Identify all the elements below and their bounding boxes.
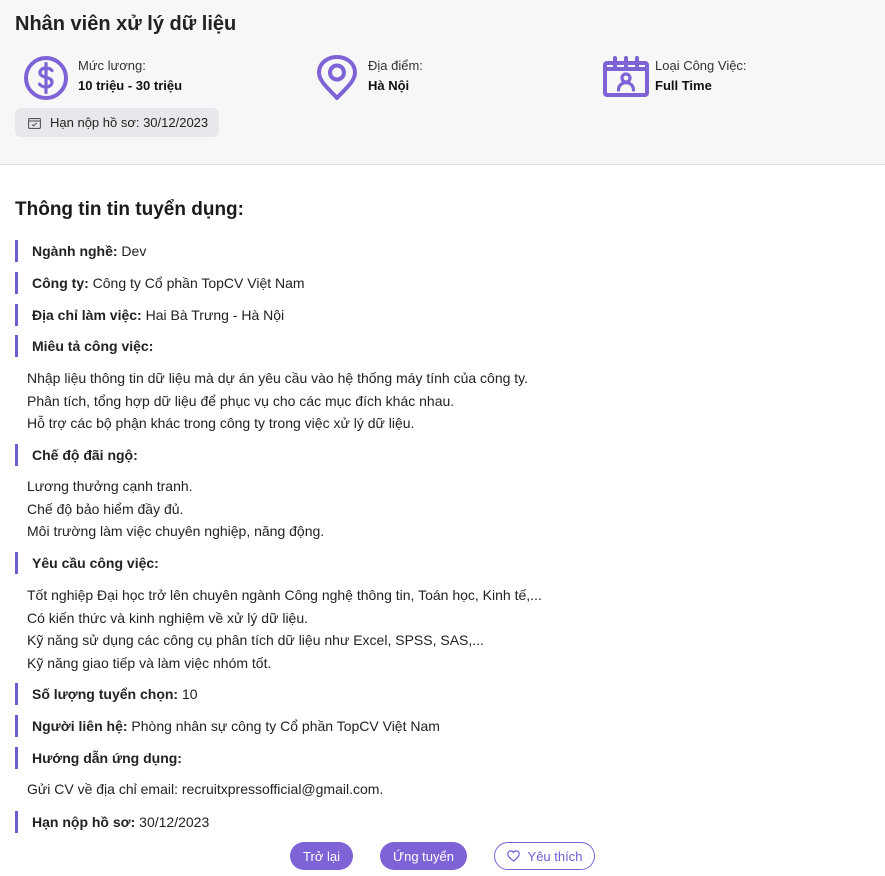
industry-key: Ngành nghề: — [32, 243, 118, 259]
details-heading: Thông tin tin tuyển dụng: — [15, 199, 244, 220]
requirements-line: Có kiến thức và kinh nghiệm về xử lý dữ … — [27, 609, 309, 626]
map-pin-icon — [317, 55, 357, 100]
company-row: Công ty: Công ty Cổ phần TopCV Việt Nam — [15, 272, 305, 294]
industry-row: Ngành nghề: Dev — [15, 240, 146, 262]
company-value: Công ty Cổ phần TopCV Việt Nam — [88, 275, 305, 291]
location-label: Địa điểm: — [368, 58, 423, 73]
deadline-row: Hạn nộp hồ sơ: 30/12/2023 — [15, 811, 209, 833]
contact-row: Người liên hệ: Phòng nhân sự công ty Cổ … — [15, 715, 440, 737]
requirements-line: Kỹ năng sử dụng các công cụ phân tích dữ… — [27, 632, 484, 648]
description-key: Miêu tả công việc: — [32, 338, 154, 354]
company-key: Công ty: — [32, 275, 89, 291]
contact-key: Người liên hệ: — [32, 718, 128, 734]
job-type-label: Loại Công Việc: — [655, 58, 747, 73]
guide-row: Hướng dẫn ứng dụng: — [15, 747, 182, 769]
job-type-value: Full Time — [655, 78, 712, 93]
description-line: Hỗ trợ các bộ phận khác trong công ty tr… — [27, 415, 415, 431]
benefits-text: Lương thưởng cạnh tranh. Chế độ bảo hiểm… — [27, 475, 324, 543]
description-line: Nhập liệu thông tin dữ liệu mà dự án yêu… — [27, 370, 529, 386]
deadline-key: Hạn nộp hồ sơ: — [32, 814, 136, 830]
benefits-row: Chế độ đãi ngộ: — [15, 444, 138, 466]
job-header: Nhân viên xử lý dữ liệu Mức lương: 10 tr… — [0, 0, 885, 165]
requirements-key: Yêu cầu công việc: — [32, 555, 159, 571]
guide-line: Gửi CV về địa chỉ email: recruitxpressof… — [27, 781, 384, 797]
guide-key: Hướng dẫn ứng dụng: — [32, 750, 182, 766]
salary-label: Mức lương: — [78, 58, 146, 73]
deadline-chip-text: Hạn nộp hồ sơ: 30/12/2023 — [50, 115, 209, 130]
address-row: Địa chỉ làm việc: Hai Bà Trưng - Hà Nội — [15, 304, 284, 326]
job-type-info: Loại Công Việc: Full Time — [602, 54, 747, 102]
location-value: Hà Nội — [368, 78, 410, 93]
benefits-line: Lương thưởng cạnh tranh. — [27, 478, 193, 494]
favorite-button[interactable]: Yêu thích — [494, 842, 595, 870]
benefits-line: Môi trường làm việc chuyên nghiệp, năng … — [27, 523, 325, 539]
benefits-key: Chế độ đãi ngộ: — [32, 447, 138, 463]
address-value: Hai Bà Trưng - Hà Nội — [141, 307, 285, 323]
description-text: Nhập liệu thông tin dữ liệu mà dự án yêu… — [27, 367, 528, 435]
requirements-line: Tốt nghiệp Đại học trở lên chuyên ngành … — [27, 587, 542, 603]
job-title: Nhân viên xử lý dữ liệu — [15, 13, 237, 35]
description-row: Miêu tả công việc: — [15, 335, 153, 357]
benefits-line: Chế độ bảo hiểm đầy đủ. — [27, 500, 184, 517]
calendar-user-icon — [603, 56, 649, 97]
heart-icon — [506, 850, 520, 862]
industry-value: Dev — [117, 243, 147, 259]
requirements-text: Tốt nghiệp Đại học trở lên chuyên ngành … — [27, 584, 542, 674]
salary-info: Mức lương: 10 triệu - 30 triệu — [22, 54, 182, 102]
quantity-key: Số lượng tuyển chọn: — [32, 686, 179, 702]
dollar-circle-icon — [24, 56, 68, 100]
salary-value: 10 triệu - 30 triệu — [78, 78, 183, 93]
deadline-chip: Hạn nộp hồ sơ: 30/12/2023 — [15, 108, 219, 137]
favorite-label: Yêu thích — [527, 848, 583, 864]
quantity-row: Số lượng tuyển chọn: 10 — [15, 683, 198, 705]
apply-button[interactable]: Ứng tuyển — [380, 842, 467, 870]
address-key: Địa chỉ làm việc: — [32, 307, 142, 323]
contact-value: Phòng nhân sự công ty Cổ phần TopCV Việt… — [127, 718, 440, 734]
location-info: Địa điểm: Hà Nội — [313, 54, 423, 102]
description-line: Phân tích, tổng hợp dữ liệu để phục vụ c… — [27, 392, 455, 409]
guide-text: Gửi CV về địa chỉ email: recruitxpressof… — [27, 778, 383, 801]
back-button[interactable]: Trở lại — [290, 842, 353, 870]
quantity-value: 10 — [178, 686, 198, 702]
requirements-row: Yêu cầu công việc: — [15, 552, 159, 574]
deadline-value: 30/12/2023 — [135, 814, 210, 830]
calendar-check-icon — [28, 117, 41, 129]
requirements-line: Kỹ năng giao tiếp và làm việc nhóm tốt. — [27, 654, 272, 671]
